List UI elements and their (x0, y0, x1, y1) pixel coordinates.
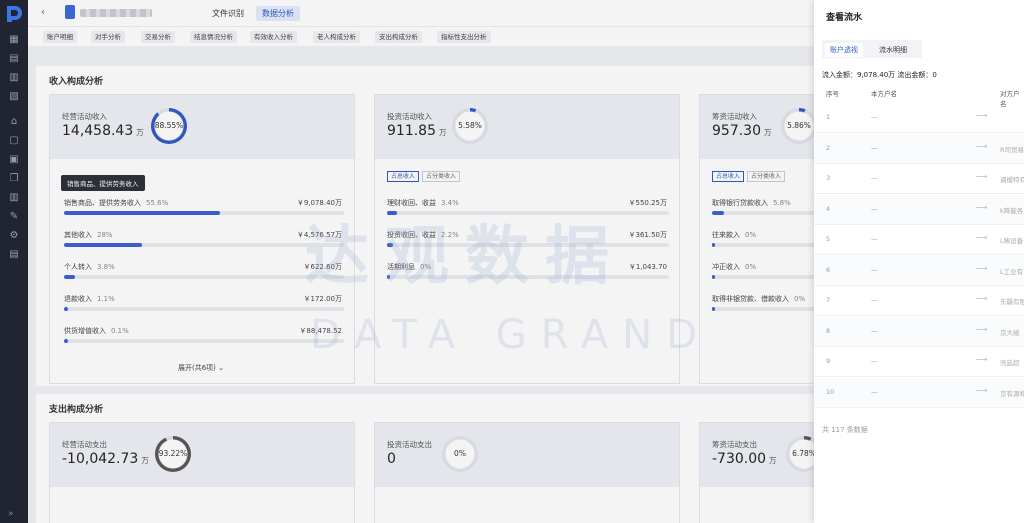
drawer-tabs: 账户透视 流水明细 (822, 40, 922, 58)
col-index: 序号 (826, 90, 839, 98)
row-index: 1 (826, 113, 831, 121)
row-own-name: — (871, 113, 878, 121)
table-row[interactable]: 5 — ⟶ L稀设备 (814, 225, 1024, 255)
tab-flow-detail[interactable]: 流水明细 (874, 43, 912, 57)
table-row[interactable]: 3 — ⟶ 调模特有 (814, 164, 1024, 194)
row-index: 3 (826, 174, 831, 182)
row-own-name: — (871, 143, 878, 152)
row-index: 7 (826, 296, 831, 304)
row-index: 2 (826, 143, 831, 152)
row-counterparty: 东疆有限 (1000, 298, 1024, 306)
table-row[interactable]: 10 — ⟶ 京有源和 (814, 377, 1024, 408)
arrow-right-icon: ⟶ (976, 202, 988, 212)
arrow-right-icon: ⟶ (976, 233, 988, 242)
row-index: 9 (826, 357, 831, 365)
row-counterparty: L稀设备 (1000, 237, 1024, 245)
table-row[interactable]: 4 — ⟶ k降能各 (814, 194, 1024, 225)
table-row[interactable]: 8 — ⟶ 京大磁 (814, 316, 1024, 347)
row-own-name: — (871, 326, 878, 335)
drawer-overlay[interactable] (0, 0, 814, 523)
arrow-right-icon: ⟶ (976, 111, 988, 120)
row-own-name: — (871, 357, 878, 365)
row-index: 8 (826, 326, 831, 335)
drawer-summary: 流入金额：9,078.40万 流出金额：0 (822, 71, 937, 79)
transaction-drawer: 查看流水 账户透视 流水明细 流入金额：9,078.40万 流出金额：0 序号 … (814, 0, 1024, 523)
arrow-right-icon: ⟶ (976, 385, 988, 395)
table-row[interactable]: 7 — ⟶ 东疆有限 (814, 286, 1024, 316)
row-own-name: — (871, 387, 878, 396)
row-index: 6 (826, 265, 831, 274)
row-index: 10 (826, 387, 835, 396)
row-counterparty: L工业有 (1000, 267, 1024, 276)
row-own-name: — (871, 235, 878, 243)
drawer-total: 共 117 条数据 (822, 426, 868, 434)
arrow-right-icon: ⟶ (976, 263, 988, 273)
table-row[interactable]: 9 — ⟶ 壳延超 (814, 347, 1024, 377)
tab-account-view[interactable]: 账户透视 (825, 43, 863, 57)
table-row[interactable]: 1 — ⟶ (814, 103, 1024, 133)
table-row[interactable]: 2 — ⟶ R司贸易 (814, 133, 1024, 164)
row-counterparty: k降能各 (1000, 206, 1024, 215)
col-own-name: 本方户名 (871, 90, 897, 98)
arrow-right-icon: ⟶ (976, 141, 988, 151)
arrow-right-icon: ⟶ (976, 355, 988, 364)
row-counterparty: 调模特有 (1000, 176, 1024, 184)
drawer-title: 查看流水 (826, 13, 863, 23)
row-own-name: — (871, 174, 878, 182)
row-counterparty: 壳延超 (1000, 359, 1020, 367)
row-own-name: — (871, 204, 878, 213)
row-own-name: — (871, 296, 878, 304)
row-counterparty: R司贸易 (1000, 145, 1024, 154)
row-own-name: — (871, 265, 878, 274)
arrow-right-icon: ⟶ (976, 294, 988, 303)
row-counterparty: 京有源和 (1000, 389, 1024, 398)
row-index: 4 (826, 204, 831, 213)
arrow-right-icon: ⟶ (976, 172, 988, 181)
row-index: 5 (826, 235, 831, 243)
row-counterparty: 京大磁 (1000, 328, 1020, 337)
arrow-right-icon: ⟶ (976, 324, 988, 334)
table-row[interactable]: 6 — ⟶ L工业有 (814, 255, 1024, 286)
